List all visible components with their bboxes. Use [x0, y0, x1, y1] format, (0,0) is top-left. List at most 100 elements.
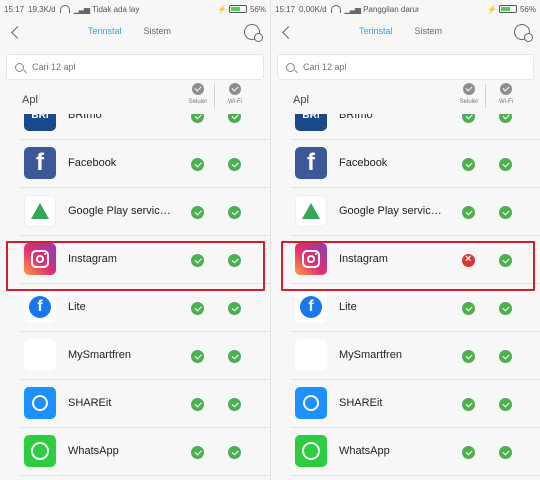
cellular-allowed-check-icon[interactable] [191, 114, 204, 123]
app-row[interactable]: SHAREit [0, 380, 270, 428]
status-network-speed: 0,00K/d [299, 4, 327, 14]
cellular-allowed-check-icon[interactable] [462, 206, 475, 219]
app-name-label: MySmartfren [68, 349, 131, 361]
column-divider [214, 84, 215, 108]
wifi-allowed-check-icon[interactable] [228, 398, 241, 411]
screens-container: 15:17 19,3K/d ▁▃▅ Tidak ada lay ⚡ 56% Te… [0, 0, 540, 480]
app-row[interactable]: WhatsApp [0, 428, 270, 476]
app-row[interactable]: sf. MySmartfren [0, 332, 270, 380]
whatsapp-app-icon [295, 435, 327, 467]
search-input[interactable] [303, 62, 503, 72]
status-carrier: Panggilan darur [363, 4, 420, 14]
settings-icon[interactable] [514, 24, 533, 42]
battery-icon [228, 5, 247, 13]
wifi-allowed-check-icon[interactable] [228, 446, 241, 459]
app-row[interactable]: f Facebook [271, 140, 540, 188]
search-input[interactable] [32, 62, 232, 72]
cellular-allowed-check-icon[interactable] [191, 158, 204, 171]
mysmartfren-app-icon: sf. [24, 339, 56, 371]
cellular-allowed-check-icon[interactable] [462, 398, 475, 411]
apps-column-label: Apl [22, 94, 38, 106]
tab-installed[interactable]: Terinstal [359, 26, 393, 36]
signal-icon: ▁▃▅ [344, 4, 362, 14]
app-row[interactable]: Google Play servic… [271, 188, 540, 236]
phone-screen-after: 15:17 0,00K/d ▁▃▅ Panggilan darur ⚡ 56% … [270, 0, 540, 480]
cellular-allowed-check-icon[interactable] [191, 446, 204, 459]
charging-icon: ⚡ [217, 4, 227, 14]
app-name-label: BRImo [339, 114, 373, 121]
cellular-allowed-check-icon[interactable] [462, 114, 475, 123]
battery-icon [498, 5, 517, 13]
app-name-label: SHAREit [68, 397, 112, 409]
app-list: BRI BRImo f Facebook Google Play servic… Inst… [271, 114, 540, 480]
wifi-column-label: Wi-Fi [228, 99, 242, 105]
back-arrow-icon[interactable] [281, 24, 295, 40]
cellular-toggle-all-icon [463, 83, 475, 95]
status-bar: 15:17 0,00K/d ▁▃▅ Panggilan darur ⚡ 56% [271, 0, 540, 18]
back-arrow-icon[interactable] [10, 24, 24, 40]
wifi-allowed-check-icon[interactable] [499, 350, 512, 363]
facebook-app-icon: f [295, 147, 327, 179]
app-row[interactable]: f Lite [271, 284, 540, 332]
status-bar: 15:17 19,3K/d ▁▃▅ Tidak ada lay ⚡ 56% [0, 0, 270, 18]
phone-screen-before: 15:17 19,3K/d ▁▃▅ Tidak ada lay ⚡ 56% Te… [0, 0, 270, 480]
wifi-allowed-check-icon[interactable] [499, 158, 512, 171]
app-row[interactable]: f Facebook [0, 140, 270, 188]
battery-percent: 56% [519, 4, 536, 14]
cellular-allowed-check-icon[interactable] [462, 446, 475, 459]
tab-system[interactable]: Sistem [144, 26, 172, 36]
wifi-column-header[interactable]: Wi-Fi [489, 83, 523, 105]
brimo-app-icon: BRI [24, 114, 56, 131]
wifi-allowed-check-icon[interactable] [228, 350, 241, 363]
wifi-toggle-all-icon [500, 83, 512, 95]
cellular-allowed-check-icon[interactable] [191, 398, 204, 411]
column-divider [485, 84, 486, 108]
facebook-lite-app-icon: f [295, 291, 327, 323]
app-row[interactable]: f Lite [0, 284, 270, 332]
status-time: 15:17 [4, 4, 25, 14]
wifi-allowed-check-icon[interactable] [499, 302, 512, 315]
facebook-app-icon: f [24, 147, 56, 179]
wifi-allowed-check-icon[interactable] [228, 302, 241, 315]
wifi-column-header[interactable]: Wi-Fi [218, 83, 252, 105]
app-row[interactable]: BRI BRImo [0, 114, 270, 140]
cellular-allowed-check-icon[interactable] [191, 350, 204, 363]
app-name-label: Lite [68, 301, 86, 313]
wifi-allowed-check-icon[interactable] [228, 114, 241, 123]
google-play-services-icon [24, 195, 56, 227]
shareit-app-icon [295, 387, 327, 419]
app-name-label: BRImo [68, 114, 102, 121]
cellular-allowed-check-icon[interactable] [462, 350, 475, 363]
cellular-allowed-check-icon[interactable] [191, 206, 204, 219]
app-row[interactable]: SHAREit [271, 380, 540, 428]
wifi-allowed-check-icon[interactable] [228, 158, 241, 171]
wifi-allowed-check-icon[interactable] [228, 206, 241, 219]
app-row[interactable]: Google Play servic… [0, 188, 270, 236]
cellular-allowed-check-icon[interactable] [462, 302, 475, 315]
cellular-allowed-check-icon[interactable] [191, 302, 204, 315]
settings-icon[interactable] [244, 24, 263, 42]
tab-bar: Terinstal Sistem [359, 26, 442, 36]
wifi-allowed-check-icon[interactable] [499, 206, 512, 219]
facebook-lite-app-icon: f [24, 291, 56, 323]
wifi-allowed-check-icon[interactable] [499, 446, 512, 459]
cellular-allowed-check-icon[interactable] [462, 158, 475, 171]
wifi-allowed-check-icon[interactable] [499, 114, 512, 123]
app-row[interactable]: sf. MySmartfren [271, 332, 540, 380]
cellular-column-header[interactable]: Seluler [452, 83, 486, 105]
search-box[interactable] [277, 54, 534, 80]
app-name-label: Facebook [68, 157, 117, 169]
app-row[interactable]: BRI BRImo [271, 114, 540, 140]
status-time: 15:17 [275, 4, 296, 14]
top-bar: Terinstal Sistem [0, 18, 270, 46]
cellular-column-header[interactable]: Seluler [181, 83, 215, 105]
signal-icon: ▁▃▅ [73, 4, 91, 14]
tab-system[interactable]: Sistem [415, 26, 443, 36]
app-row[interactable]: WhatsApp [271, 428, 540, 476]
app-name-label: WhatsApp [339, 445, 390, 457]
wifi-toggle-all-icon [229, 83, 241, 95]
cellular-column-label: Seluler [188, 99, 208, 105]
wifi-allowed-check-icon[interactable] [499, 398, 512, 411]
tab-installed[interactable]: Terinstal [88, 26, 122, 36]
search-box[interactable] [6, 54, 264, 80]
